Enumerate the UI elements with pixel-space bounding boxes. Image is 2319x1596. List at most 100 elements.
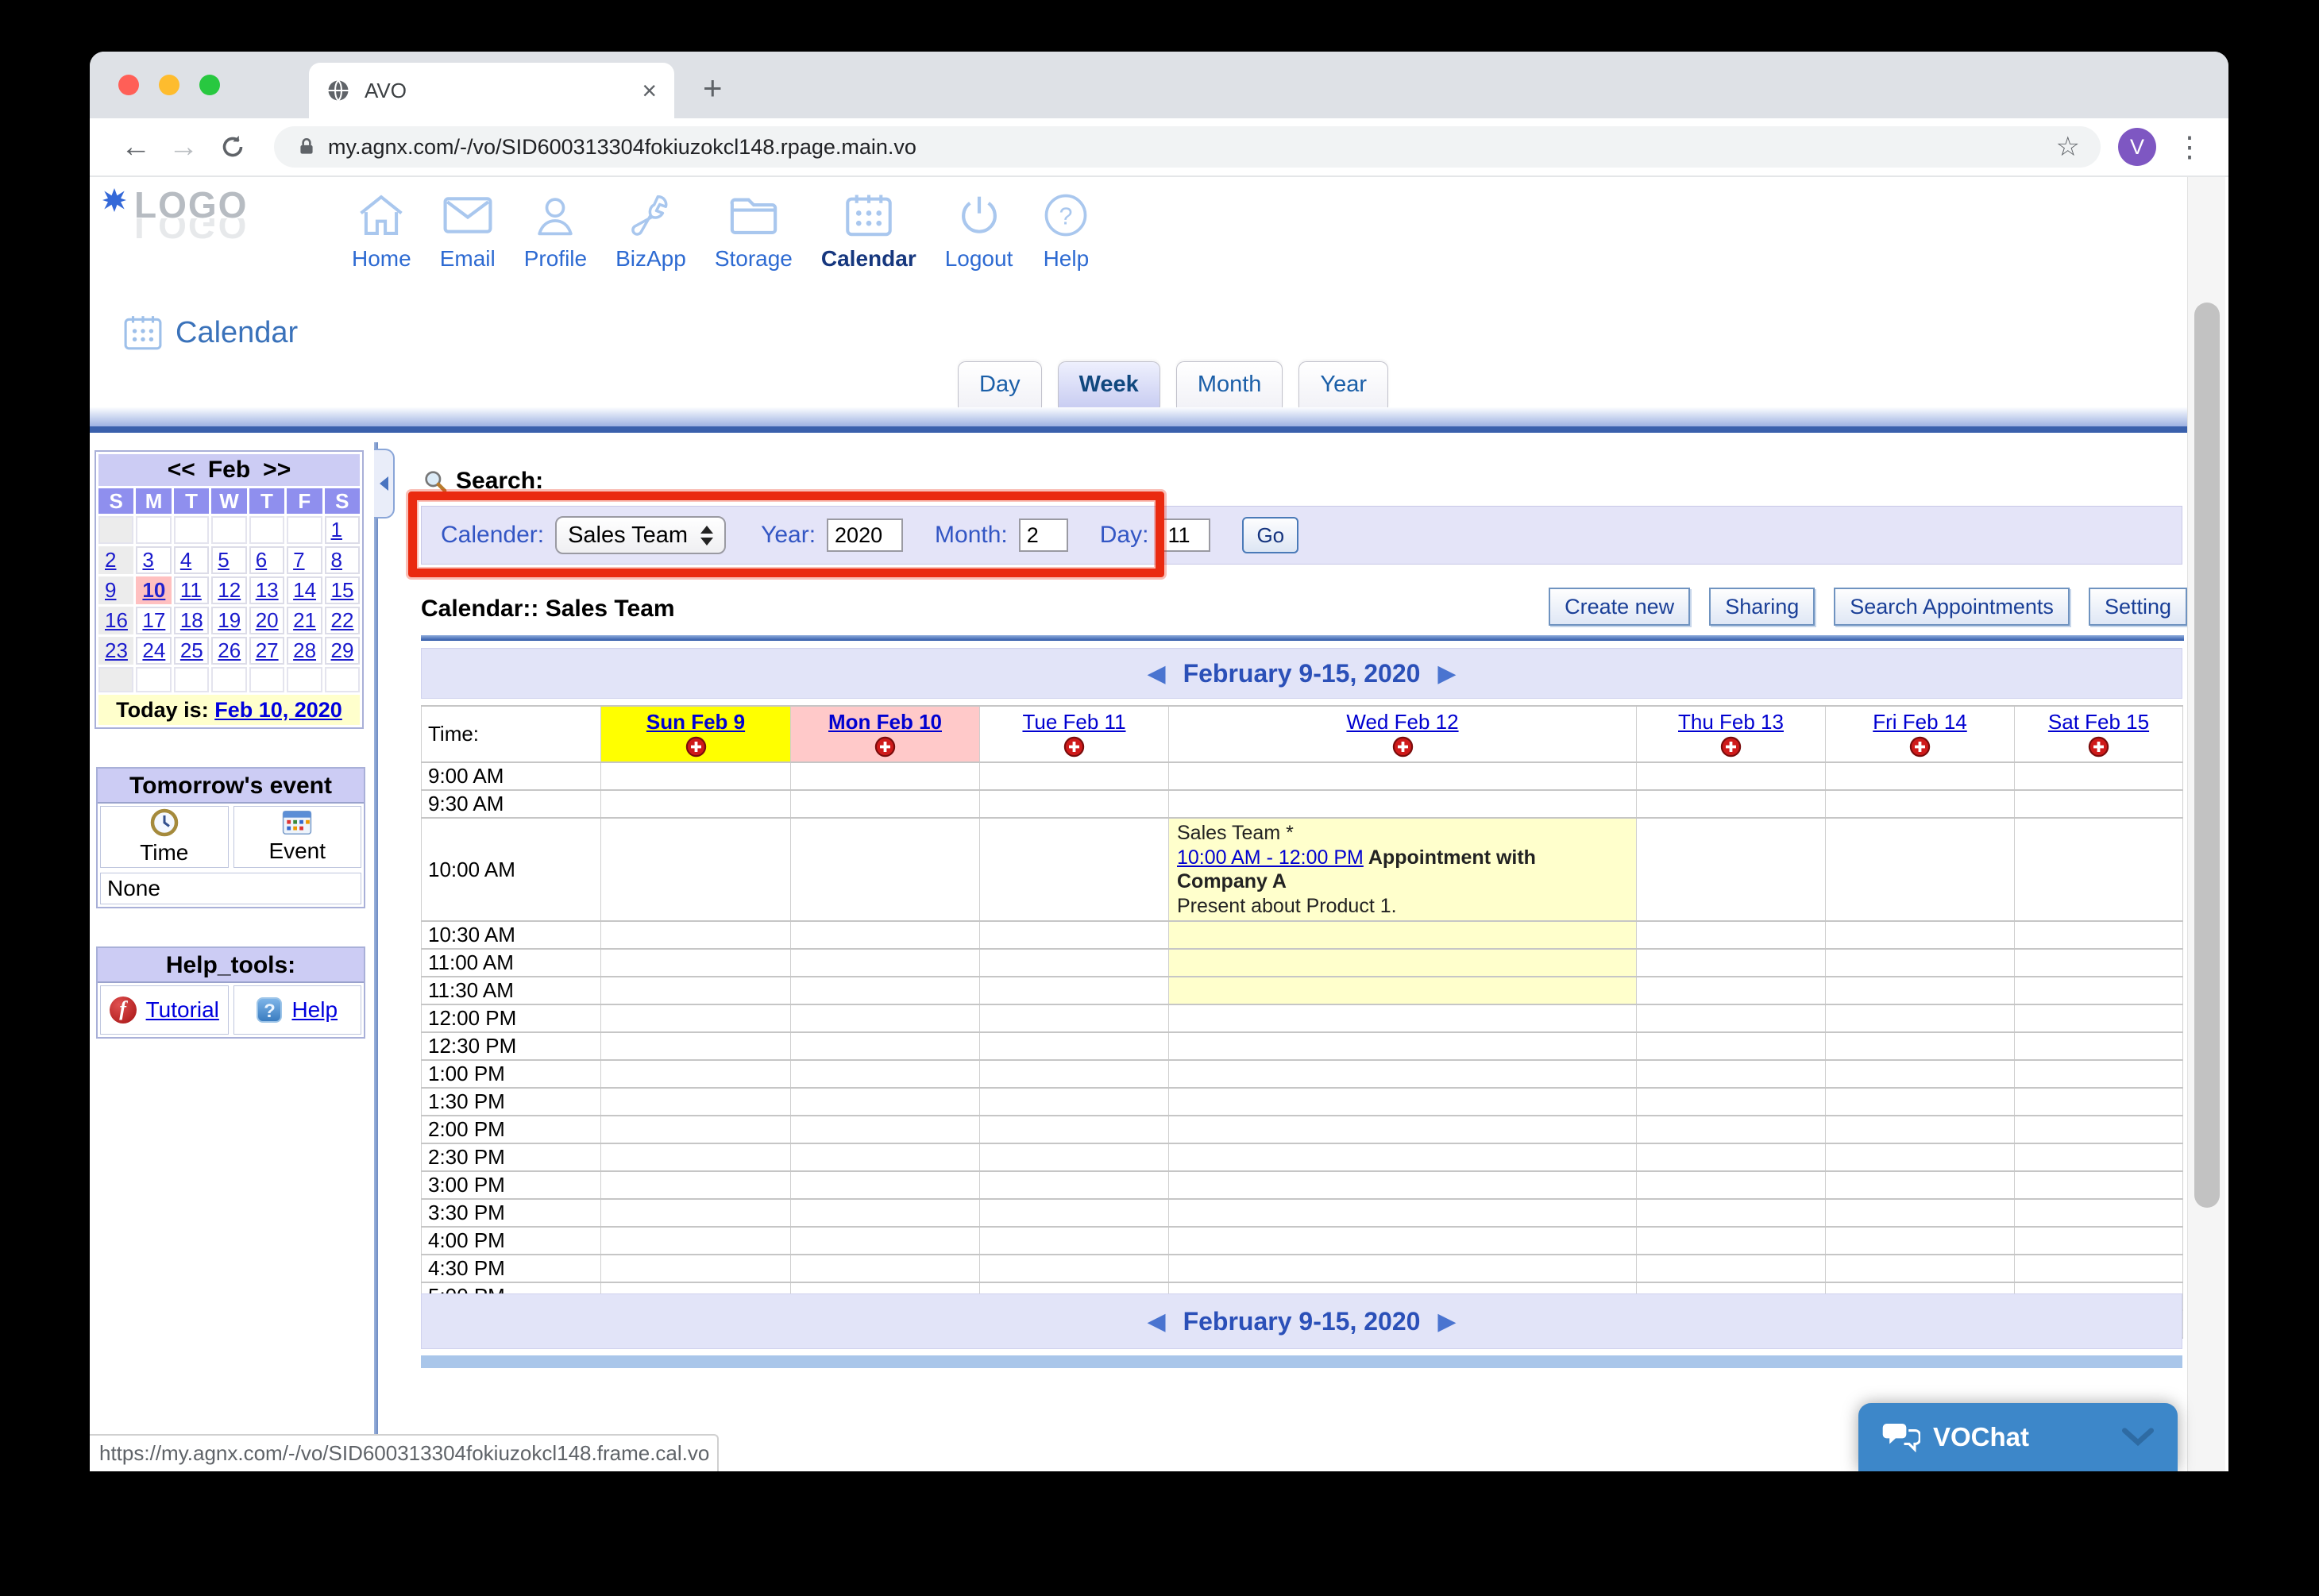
tab-week[interactable]: Week: [1058, 361, 1160, 407]
calendar-slot[interactable]: [980, 1227, 1169, 1255]
calendar-slot[interactable]: [1169, 1004, 1637, 1032]
add-event-icon[interactable]: [980, 736, 1168, 761]
calendar-slot[interactable]: [980, 818, 1169, 921]
calendar-slot[interactable]: [980, 790, 1169, 818]
prev-month-button[interactable]: <<: [168, 457, 195, 483]
calendar-slot[interactable]: [1637, 921, 1826, 949]
new-tab-button[interactable]: +: [703, 69, 723, 107]
mini-cal-date-link[interactable]: 11: [180, 578, 202, 602]
calendar-slot[interactable]: [2015, 1255, 2183, 1282]
calendar-slot[interactable]: [601, 977, 791, 1004]
mini-cal-date-link[interactable]: 8: [331, 548, 342, 572]
mini-cal-day[interactable]: 9: [98, 576, 133, 604]
calendar-slot[interactable]: [980, 1199, 1169, 1227]
calendar-slot[interactable]: [2015, 949, 2183, 977]
calendar-slot[interactable]: [1826, 1171, 2015, 1199]
calendar-slot[interactable]: [601, 921, 791, 949]
next-month-button[interactable]: >>: [263, 457, 291, 483]
mini-cal-date-link[interactable]: 23: [105, 638, 128, 662]
vochat-widget[interactable]: VOChat: [1858, 1403, 2178, 1471]
mini-cal-day[interactable]: 15: [325, 576, 360, 604]
add-event-icon[interactable]: [2015, 736, 2182, 761]
tutorial-link[interactable]: Tutorial: [146, 997, 219, 1023]
browser-tab[interactable]: AVO ×: [309, 63, 674, 118]
calendar-slot[interactable]: [1637, 790, 1826, 818]
nav-item-home[interactable]: Home: [352, 193, 411, 272]
page-scrollbar[interactable]: [2187, 177, 2225, 1471]
appointment-event[interactable]: Sales Team *10:00 AM - 12:00 PM Appointm…: [1169, 818, 1637, 921]
mini-cal-day[interactable]: 3: [136, 546, 171, 574]
day-link[interactable]: Sat Feb 15: [2048, 710, 2149, 734]
calendar-slot[interactable]: [791, 921, 980, 949]
calendar-slot[interactable]: [1826, 949, 2015, 977]
mini-cal-day[interactable]: 26: [211, 637, 246, 665]
mini-cal-today-link[interactable]: 10: [142, 578, 165, 602]
calendar-slot[interactable]: [791, 818, 980, 921]
calendar-slot[interactable]: [1637, 818, 1826, 921]
calendar-slot[interactable]: [1637, 949, 1826, 977]
calendar-slot[interactable]: [1826, 1227, 2015, 1255]
mini-cal-day[interactable]: 28: [287, 637, 322, 665]
browser-menu-icon[interactable]: ⋮: [2175, 130, 2204, 164]
calendar-slot[interactable]: [791, 1255, 980, 1282]
mini-cal-date-link[interactable]: 19: [218, 608, 241, 632]
nav-item-calendar[interactable]: Calendar: [821, 193, 916, 272]
calendar-slot[interactable]: [1826, 1088, 2015, 1116]
appointment-event-continuation[interactable]: [1169, 949, 1637, 977]
next-week-icon[interactable]: ▶: [1437, 660, 1456, 688]
calendar-slot[interactable]: [601, 1255, 791, 1282]
mini-cal-date-link[interactable]: 28: [293, 638, 316, 662]
mini-cal-day[interactable]: 27: [249, 637, 284, 665]
calendar-slot[interactable]: [791, 762, 980, 790]
nav-item-email[interactable]: Email: [440, 193, 496, 272]
calendar-slot[interactable]: [791, 1088, 980, 1116]
reload-icon[interactable]: [218, 133, 247, 161]
mini-cal-date-link[interactable]: 20: [256, 608, 279, 632]
calendar-slot[interactable]: [791, 790, 980, 818]
calendar-slot[interactable]: [1826, 762, 2015, 790]
calendar-slot[interactable]: [980, 921, 1169, 949]
day-link[interactable]: Wed Feb 12: [1346, 710, 1458, 734]
calendar-slot[interactable]: [1169, 790, 1637, 818]
day-link[interactable]: Tue Feb 11: [1022, 710, 1125, 734]
calendar-slot[interactable]: [1826, 1199, 2015, 1227]
tab-day[interactable]: Day: [958, 361, 1042, 407]
calendar-slot[interactable]: [791, 1060, 980, 1088]
calendar-slot[interactable]: [2015, 1060, 2183, 1088]
appointment-event-continuation[interactable]: [1169, 921, 1637, 949]
calendar-slot[interactable]: [601, 790, 791, 818]
mini-cal-date-link[interactable]: 7: [293, 548, 304, 572]
mini-cal-date-link[interactable]: 27: [256, 638, 279, 662]
calendar-slot[interactable]: [791, 1143, 980, 1171]
calendar-slot[interactable]: [791, 1004, 980, 1032]
mini-cal-date-link[interactable]: 9: [105, 578, 116, 602]
calendar-slot[interactable]: [2015, 1004, 2183, 1032]
nav-item-help[interactable]: ?Help: [1041, 193, 1090, 272]
calendar-slot[interactable]: [2015, 818, 2183, 921]
calendar-slot[interactable]: [980, 1060, 1169, 1088]
calendar-slot[interactable]: [980, 1116, 1169, 1143]
mini-cal-day[interactable]: 24: [136, 637, 171, 665]
calendar-slot[interactable]: [601, 1004, 791, 1032]
mini-cal-date-link[interactable]: 15: [331, 578, 354, 602]
mini-cal-day[interactable]: 29: [325, 637, 360, 665]
calendar-slot[interactable]: [1637, 1199, 1826, 1227]
scrollbar-thumb[interactable]: [2194, 303, 2220, 1208]
calendar-slot[interactable]: [601, 1199, 791, 1227]
mini-cal-day[interactable]: 5: [211, 546, 246, 574]
calendar-slot[interactable]: [601, 1060, 791, 1088]
calendar-slot[interactable]: [2015, 1199, 2183, 1227]
mini-cal-date-link[interactable]: 2: [105, 548, 116, 572]
mini-cal-date-link[interactable]: 14: [293, 578, 316, 602]
close-window-button[interactable]: [118, 75, 139, 95]
day-link[interactable]: Fri Feb 14: [1873, 710, 1967, 734]
calendar-slot[interactable]: [1169, 1199, 1637, 1227]
calendar-slot[interactable]: [1637, 1060, 1826, 1088]
add-event-icon[interactable]: [1826, 736, 2014, 761]
mini-cal-date-link[interactable]: 25: [180, 638, 203, 662]
calendar-slot[interactable]: [980, 1255, 1169, 1282]
zoom-window-button[interactable]: [199, 75, 220, 95]
nav-item-profile[interactable]: Profile: [524, 193, 587, 272]
calendar-slot[interactable]: [1637, 977, 1826, 1004]
mini-cal-day[interactable]: 14: [287, 576, 322, 604]
